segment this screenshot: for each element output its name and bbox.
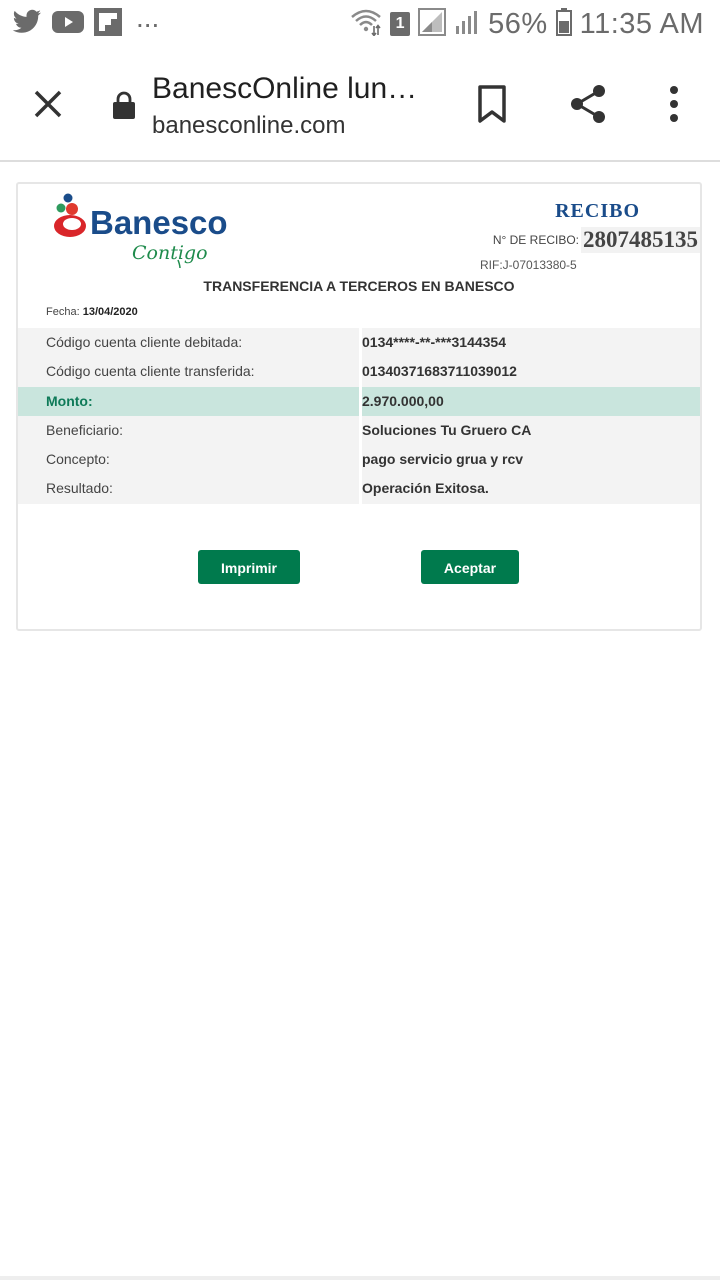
twitter-icon — [12, 9, 42, 40]
youtube-icon — [52, 10, 84, 39]
date-label: Fecha: — [46, 306, 80, 318]
row-label: Concepto: — [18, 445, 359, 475]
receipt-details-table: Código cuenta cliente debitada: 0134****… — [18, 328, 700, 504]
transaction-title: TRANSFERENCIA A TERCEROS EN BANESCO — [203, 278, 515, 294]
bookmark-icon[interactable] — [474, 84, 510, 124]
receipt-number-row: N° DE RECIBO: 2807485135 — [493, 226, 700, 254]
page-url[interactable]: banesconline.com — [152, 112, 345, 140]
share-icon[interactable] — [566, 82, 610, 126]
more-notifications: ... — [136, 2, 160, 33]
amount-label: Monto: — [18, 386, 359, 416]
status-bar: ... 1 56% 11:35 AM — [0, 0, 720, 48]
row-label: Resultado: — [18, 474, 359, 504]
signal-bars-icon — [454, 9, 480, 40]
sim-badge: 1 — [390, 12, 411, 36]
row-label: Código cuenta cliente debitada: — [18, 328, 359, 358]
overflow-menu-icon[interactable] — [664, 84, 684, 124]
receipt-card: Banesco Contigo RECIBO N° DE RECIBO: 280… — [16, 182, 702, 631]
battery-icon — [555, 7, 572, 41]
page-title: BanescOnline lun… — [152, 72, 418, 105]
battery-percent: 56% — [488, 7, 548, 40]
signal-icon — [418, 7, 447, 41]
row-label: Código cuenta cliente transferida: — [18, 357, 359, 387]
table-row: Resultado: Operación Exitosa. — [18, 474, 700, 504]
close-icon[interactable] — [28, 84, 68, 124]
svg-text:Banesco: Banesco — [90, 204, 228, 241]
row-value: 01340371683711039012 — [362, 357, 700, 387]
row-value: Soluciones Tu Gruero CA — [362, 415, 700, 446]
row-value: 0134****-**-***3144354 — [362, 328, 700, 358]
flipboard-icon — [94, 7, 122, 41]
lock-icon — [112, 90, 136, 120]
print-button[interactable]: Imprimir — [198, 550, 300, 584]
receipt-heading: RECIBO — [555, 200, 640, 222]
table-row: Código cuenta cliente debitada: 0134****… — [18, 328, 700, 358]
bottom-divider — [0, 1276, 720, 1280]
receipt-number-label: N° DE RECIBO: — [492, 233, 579, 247]
table-row: Concepto: pago servicio grua y rcv — [18, 445, 700, 475]
table-row: Código cuenta cliente transferida: 01340… — [18, 357, 700, 387]
svg-text:Contigo: Contigo — [132, 242, 208, 264]
table-row-amount: Monto: 2.970.000,00 — [18, 386, 700, 416]
row-value: pago servicio grua y rcv — [362, 445, 700, 475]
receipt-number: 2807485135 — [581, 227, 700, 253]
wifi-icon — [350, 8, 382, 41]
rif: RIF:J-07013380-5 — [480, 258, 577, 272]
row-label: Beneficiario: — [18, 415, 359, 446]
banesco-logo: Banesco Contigo — [52, 192, 242, 275]
date-value: 13/04/2020 — [82, 306, 138, 318]
table-row: Beneficiario: Soluciones Tu Gruero CA — [18, 415, 700, 446]
clock: 11:35 AM — [579, 7, 704, 40]
amount-value: 2.970.000,00 — [362, 386, 700, 416]
date-line: Fecha: 13/04/2020 — [46, 306, 138, 318]
row-value: Operación Exitosa. — [362, 474, 700, 504]
browser-toolbar: BanescOnline lun… banesconline.com — [0, 48, 720, 162]
accept-button[interactable]: Aceptar — [421, 550, 519, 584]
